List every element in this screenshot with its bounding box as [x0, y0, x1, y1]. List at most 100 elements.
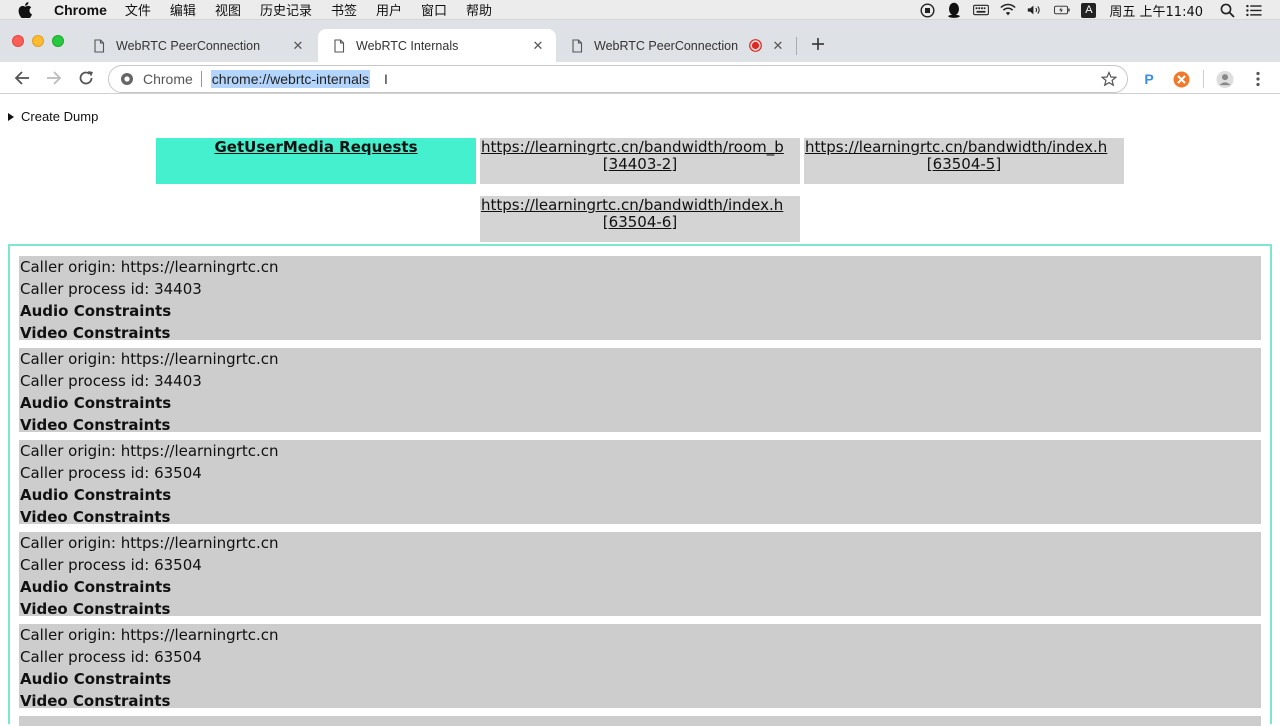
new-tab-icon[interactable] [809, 35, 827, 53]
caller-process-id: Caller process id: 34403 [20, 280, 202, 298]
tab-title: WebRTC PeerConnection [594, 38, 739, 53]
caller-origin: Caller origin: https://learningrtc.cn [20, 258, 279, 276]
video-constraints: Video Constraints [20, 600, 171, 618]
omnibox-divider [200, 71, 202, 87]
caller-origin: Caller origin: https://learningrtc.cn [20, 534, 279, 552]
tab-webrtc-internals[interactable]: WebRTC Internals ✕ [318, 29, 556, 62]
page-icon [332, 38, 346, 53]
tab-webrtc-peerconnection-1[interactable]: WebRTC PeerConnection ✕ [78, 29, 316, 62]
audio-constraints: Audio Constraints [20, 486, 172, 504]
menu-bookmarks[interactable]: 书签 [331, 0, 357, 19]
profile-avatar-icon[interactable] [1216, 70, 1234, 88]
close-window-button[interactable] [12, 35, 24, 47]
tab-webrtc-peerconnection-2[interactable]: WebRTC PeerConnection ✕ [556, 29, 796, 62]
volume-icon[interactable] [1027, 3, 1043, 17]
menu-history[interactable]: 历史记录 [260, 0, 312, 19]
minimize-window-button[interactable] [32, 35, 44, 47]
url-text[interactable]: chrome://webrtc-internals [210, 70, 370, 88]
video-constraints: Video Constraints [20, 508, 171, 526]
tab-peerconnection-index-5[interactable]: https://learningrtc.cn/bandwidth/index.h… [804, 138, 1124, 184]
audio-constraints: Audio Constraints [20, 578, 172, 596]
caller-process-id: Caller process id: 63504 [20, 556, 202, 574]
extension-orange-icon[interactable] [1172, 70, 1190, 88]
reload-icon[interactable] [76, 68, 96, 88]
tab-header-line2: [63504-6] [602, 213, 678, 231]
getusermedia-panel: Caller origin: https://learningrtc.cn Ca… [8, 244, 1272, 726]
menu-people[interactable]: 用户 [376, 0, 402, 19]
tab-header-line1: https://learningrtc.cn/bandwidth/room_b [481, 138, 784, 156]
request-entry: Caller origin: https://learningrtc.cn Ca… [19, 624, 1261, 710]
audio-constraints: Audio Constraints [20, 302, 172, 320]
tab-header-line1: GetUserMedia Requests [214, 138, 418, 156]
recording-indicator-icon [748, 39, 762, 53]
caller-process-id: Caller process id: 63504 [20, 648, 202, 666]
tab-peerconnection-room[interactable]: https://learningrtc.cn/bandwidth/room_b … [480, 138, 800, 184]
bookmark-star-icon[interactable] [1100, 71, 1118, 87]
menu-file[interactable]: 文件 [125, 0, 151, 19]
close-tab-icon[interactable]: ✕ [530, 38, 546, 54]
tab-separator [796, 37, 797, 55]
menu-edit[interactable]: 编辑 [170, 0, 196, 19]
forward-icon[interactable] [44, 68, 64, 88]
spotlight-icon[interactable] [1219, 3, 1235, 18]
tab-header-line1: https://learningrtc.cn/bandwidth/index.h [805, 138, 1108, 156]
menubar-clock[interactable]: 周五 上午11:40 [1109, 1, 1203, 20]
request-entry: Caller origin: https://learningrtc.cn Ca… [19, 348, 1261, 434]
video-constraints: Video Constraints [20, 324, 171, 342]
close-tab-icon[interactable]: ✕ [290, 38, 306, 54]
tab-peerconnection-index-6[interactable]: https://learningrtc.cn/bandwidth/index.h… [480, 196, 800, 242]
input-method-label: A [1085, 4, 1093, 16]
keyboard-icon[interactable] [973, 3, 990, 17]
caller-origin: Caller origin: https://learningrtc.cn [20, 626, 279, 644]
tab-title: WebRTC PeerConnection [116, 38, 261, 53]
page-icon [570, 38, 584, 53]
create-dump-label: Create Dump [21, 109, 99, 124]
list-icon[interactable] [1246, 3, 1262, 17]
create-dump-toggle[interactable]: Create Dump [8, 109, 98, 124]
caller-process-id: Caller process id: 34403 [20, 372, 202, 390]
macos-menubar: Chrome 文件 编辑 视图 历史记录 书签 用户 窗口 帮助 A 周五 上午… [0, 0, 1280, 20]
browser-toolbar: Chrome chrome://webrtc-internals I P [0, 62, 1280, 94]
zoom-window-button[interactable] [52, 35, 64, 47]
page-icon [92, 38, 106, 53]
caller-origin: Caller origin: https://learningrtc.cn [20, 350, 279, 368]
caller-process-id: Caller process id: 63504 [20, 464, 202, 482]
browser-tabstrip: WebRTC PeerConnection ✕ WebRTC Internals… [0, 20, 1280, 62]
menu-window[interactable]: 窗口 [421, 0, 447, 19]
request-entry-partial [19, 716, 1261, 726]
address-bar[interactable]: Chrome chrome://webrtc-internals I [108, 65, 1128, 93]
tab-header-line2: [63504-5] [926, 155, 1002, 173]
wifi-icon[interactable] [1000, 3, 1017, 17]
back-icon[interactable] [12, 68, 32, 88]
extension-p-icon[interactable]: P [1140, 70, 1158, 88]
disclosure-triangle-icon [8, 112, 14, 121]
scheme-label: Chrome [143, 71, 193, 87]
request-entry: Caller origin: https://learningrtc.cn Ca… [19, 532, 1261, 618]
qq-icon[interactable] [946, 2, 962, 18]
close-tab-icon[interactable]: ✕ [770, 38, 786, 54]
text-cursor-icon: I [383, 71, 388, 87]
tab-title: WebRTC Internals [356, 38, 459, 53]
extension-p-label: P [1144, 71, 1154, 87]
video-constraints: Video Constraints [20, 692, 171, 710]
menu-kebab-icon[interactable] [1249, 70, 1267, 88]
record-icon[interactable] [919, 2, 935, 18]
menu-view[interactable]: 视图 [215, 0, 241, 19]
page-content: Create Dump GetUserMedia Requests https:… [0, 95, 1280, 726]
tab-header-line1: https://learningrtc.cn/bandwidth/index.h [481, 196, 784, 214]
menu-help[interactable]: 帮助 [466, 0, 492, 19]
audio-constraints: Audio Constraints [20, 394, 172, 412]
caller-origin: Caller origin: https://learningrtc.cn [20, 442, 279, 460]
video-constraints: Video Constraints [20, 416, 171, 434]
battery-icon[interactable] [1054, 3, 1070, 17]
input-method-icon[interactable]: A [1081, 2, 1097, 18]
request-entry: Caller origin: https://learningrtc.cn Ca… [19, 256, 1261, 342]
request-entry: Caller origin: https://learningrtc.cn Ca… [19, 440, 1261, 526]
app-name[interactable]: Chrome [54, 2, 107, 18]
audio-constraints: Audio Constraints [20, 670, 172, 688]
chrome-site-icon [120, 72, 134, 86]
tab-header-line2: [34403-2] [602, 155, 678, 173]
toolbar-separator [1203, 70, 1204, 88]
tab-getusermedia-requests[interactable]: GetUserMedia Requests [156, 138, 476, 184]
apple-icon[interactable] [18, 1, 38, 18]
